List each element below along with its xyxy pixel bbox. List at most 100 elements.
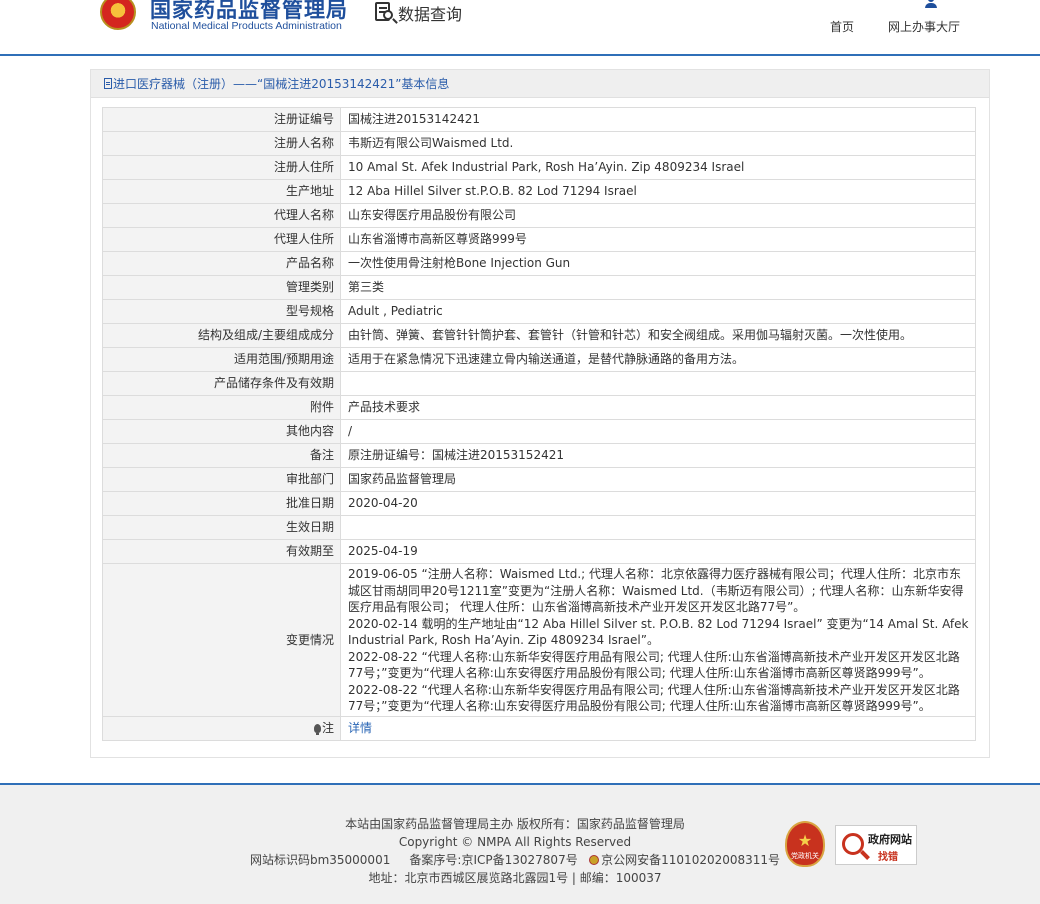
field-label: 型号规格 [102, 299, 341, 324]
field-label: 生产地址 [102, 179, 341, 204]
party-badge-label: 党政机关 [791, 852, 819, 860]
table-row: 注册人名称 韦斯迈有限公司Waismed Ltd. [102, 131, 976, 156]
gov-badge-title: 政府网站 [868, 833, 912, 846]
table-row: 批准日期 2020-04-20 [102, 491, 976, 516]
footer-site-id: 网站标识码bm35000001 [249, 853, 391, 867]
change-entry: 2022-08-22 “代理人名称:山东新华安得医疗用品有限公司; 代理人住所:… [348, 649, 960, 681]
table-row: 代理人住所 山东省淄博市高新区尊贤路999号 [102, 227, 976, 252]
nav-online-office-label: 网上办事大厅 [887, 20, 960, 34]
field-value: / [340, 419, 976, 444]
magnifier-icon [842, 833, 864, 855]
national-emblem-logo[interactable] [100, 0, 136, 30]
field-value: 产品技术要求 [340, 395, 976, 420]
gov-badge-subtitle: 找错 [878, 852, 898, 863]
field-label: 其他内容 [102, 419, 341, 444]
field-value: Adult , Pediatric [340, 299, 976, 324]
table-row: 产品储存条件及有效期 [102, 371, 976, 396]
nav-online-office-link[interactable]: 网上办事大厅 [886, 0, 962, 35]
panel-title: 进口医疗器械（注册）——“国械注进20153142421”基本信息 [113, 77, 450, 91]
footer-icp-link[interactable]: 备案序号:京ICP备13027807号 [409, 853, 577, 867]
data-query-heading: 数据查询 [374, 0, 462, 26]
table-row: 注册证编号 国械注进20153142421 [102, 107, 976, 132]
footer-sponsor: 本站由国家药品监督管理局主办 版权所有：国家药品监督管理局 [345, 817, 685, 831]
field-label: 产品储存条件及有效期 [102, 371, 341, 396]
field-label: 注册证编号 [102, 107, 341, 132]
field-value [340, 371, 976, 396]
field-value: 国家药品监督管理局 [340, 467, 976, 492]
table-row: 适用范围/预期用途 适用于在紧急情况下迅速建立骨内输送通道，是替代静脉通路的备用方… [102, 347, 976, 372]
field-label: 管理类别 [102, 275, 341, 300]
field-value: 山东安得医疗用品股份有限公司 [340, 203, 976, 228]
field-value: 2025-04-19 [340, 539, 976, 564]
table-row: 其他内容 / [102, 419, 976, 444]
table-row: 结构及组成/主要组成成分 由针筒、弹簧、套管针针筒护套、套管针（针管和针芯）和安全… [102, 323, 976, 348]
field-label: 结构及组成/主要组成成分 [102, 323, 341, 348]
field-value: 国械注进20153142421 [340, 107, 976, 132]
field-value: 适用于在紧急情况下迅速建立骨内输送通道，是替代静脉通路的备用方法。 [340, 347, 976, 372]
field-label: 批准日期 [102, 491, 341, 516]
field-value: 原注册证编号：国械注进20153152421 [340, 443, 976, 468]
data-query-label: 数据查询 [398, 5, 463, 24]
field-label: 产品名称 [102, 251, 341, 276]
field-value: 12 Aba Hillel Silver st.P.O.B. 82 Lod 71… [340, 179, 976, 204]
field-label: 代理人住所 [102, 227, 341, 252]
change-entry: 2020-02-14 载明的生产地址由“12 Aba Hillel Silver… [348, 616, 969, 648]
table-row: 管理类别 第三类 [102, 275, 976, 300]
note-label-cell: 注 [102, 715, 341, 741]
police-emblem-icon [589, 855, 600, 865]
table-row: 生产地址 12 Aba Hillel Silver st.P.O.B. 82 Lo… [102, 179, 976, 204]
field-value [340, 515, 976, 540]
lightbulb-icon [313, 723, 321, 735]
field-label: 适用范围/预期用途 [102, 347, 341, 372]
data-query-icon [374, 1, 398, 25]
table-row: 有效期至 2025-04-19 [102, 539, 976, 564]
change-history-label: 变更情况 [102, 563, 341, 717]
footer-police-link[interactable]: 京公网安备11010202008311号 [601, 853, 780, 867]
field-value: 山东省淄博市高新区尊贤路999号 [340, 227, 976, 252]
field-value: 2020-04-20 [340, 491, 976, 516]
gov-site-report-badge[interactable]: 政府网站 找错 [835, 825, 917, 865]
device-info-panel: 进口医疗器械（注册）——“国械注进20153142421”基本信息 注册证编号国… [90, 69, 990, 758]
field-label: 生效日期 [102, 515, 341, 540]
details-link[interactable]: 详情 [348, 721, 372, 735]
change-history-row: 变更情况 2019-06-05 “注册人名称：Waismed Ltd.; 代理人… [102, 563, 976, 717]
document-icon [104, 78, 112, 89]
field-label: 备注 [102, 443, 341, 468]
table-row: 生效日期 [102, 515, 976, 540]
change-entry: 2022-08-22 “代理人名称:山东新华安得医疗用品有限公司; 代理人住所:… [348, 682, 960, 714]
home-icon [828, 0, 856, 14]
field-value: 10 Amal St. Afek Industrial Park, Rosh H… [340, 155, 976, 180]
nav-home-label: 首页 [829, 20, 854, 34]
field-value: 一次性使用骨注射枪Bone Injection Gun [340, 251, 976, 276]
table-row: 审批部门 国家药品监督管理局 [102, 467, 976, 492]
change-entry: 2019-06-05 “注册人名称：Waismed Ltd.; 代理人名称：北京… [348, 567, 964, 614]
field-value: 由针筒、弹簧、套管针针筒护套、套管针（针管和针芯）和安全阀组成。采用伽马辐射灭菌… [340, 323, 976, 348]
table-row: 型号规格 Adult , Pediatric [102, 299, 976, 324]
site-header: 国家药品监督管理局 National Medical Products Admi… [0, 0, 1040, 56]
note-value-cell: 详情 [340, 715, 976, 741]
change-history-value: 2019-06-05 “注册人名称：Waismed Ltd.; 代理人名称：北京… [340, 563, 976, 717]
table-row: 产品名称 一次性使用骨注射枪Bone Injection Gun [102, 251, 976, 276]
site-footer: 本站由国家药品监督管理局主办 版权所有：国家药品监督管理局 Copyright … [0, 783, 1040, 904]
field-label: 代理人名称 [102, 203, 341, 228]
note-label: 注 [321, 720, 334, 735]
field-label: 有效期至 [102, 539, 341, 564]
footer-copyright: Copyright © NMPA All Rights Reserved [398, 835, 632, 849]
field-value: 第三类 [340, 275, 976, 300]
table-row: 注册人住所 10 Amal St. Afek Industrial Park, R… [102, 155, 976, 180]
table-row: 附件 产品技术要求 [102, 395, 976, 420]
site-title-en[interactable]: National Medical Products Administration [151, 20, 342, 32]
device-info-table: 注册证编号 国械注进20153142421 注册人名称 韦斯迈有限公司Waismed… [102, 107, 976, 741]
field-label: 注册人住所 [102, 155, 341, 180]
panel-header: 进口医疗器械（注册）——“国械注进20153142421”基本信息 [91, 70, 989, 98]
table-row: 备注 原注册证编号：国械注进20153152421 [102, 443, 976, 468]
party-government-badge[interactable]: ★ 党政机关 [785, 821, 825, 867]
field-label: 审批部门 [102, 467, 341, 492]
user-icon [886, 0, 962, 14]
note-row: 注 详情 [102, 715, 976, 741]
star-icon: ★ [797, 831, 813, 850]
field-value: 韦斯迈有限公司Waismed Ltd. [340, 131, 976, 156]
nav-home-link[interactable]: 首页 [828, 0, 856, 35]
table-row: 代理人名称 山东安得医疗用品股份有限公司 [102, 203, 976, 228]
field-label: 附件 [102, 395, 341, 420]
